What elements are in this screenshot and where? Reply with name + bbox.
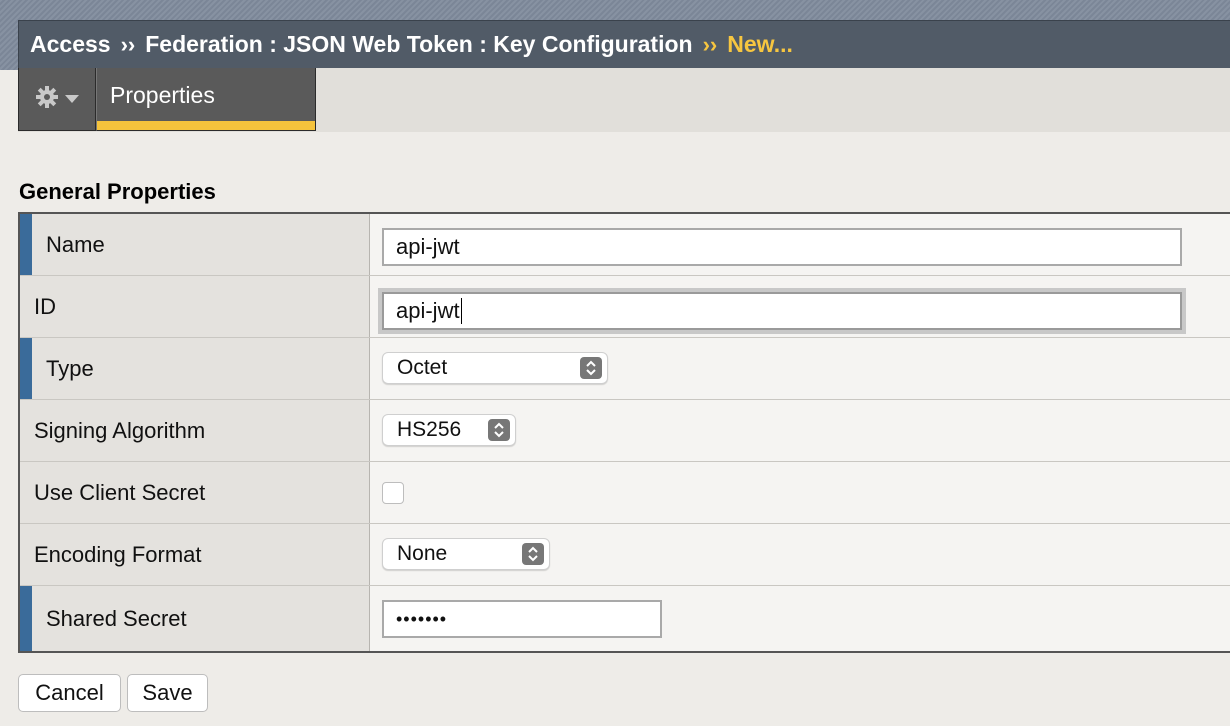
save-button[interactable]: Save — [127, 674, 208, 712]
select-arrows-icon — [580, 357, 602, 379]
signing-algorithm-select-value: HS256 — [397, 418, 462, 441]
name-label: Name — [20, 214, 370, 275]
breadcrumb-item-access[interactable]: Access — [30, 31, 111, 58]
shared-secret-masked-value: ••••••• — [396, 608, 448, 629]
signing-algorithm-select[interactable]: HS256 — [382, 414, 516, 446]
id-input-value: api-jwt — [396, 298, 460, 323]
chevron-down-icon — [65, 90, 79, 108]
section-title: General Properties — [19, 179, 216, 204]
use-client-secret-checkbox[interactable] — [382, 482, 404, 504]
signing-algorithm-label: Signing Algorithm — [20, 400, 370, 461]
tab-properties-label: Properties — [110, 82, 215, 108]
encoding-format-label: Encoding Format — [20, 524, 370, 585]
row-shared-secret: Shared Secret ••••••• — [20, 586, 1230, 651]
shared-secret-label: Shared Secret — [20, 586, 370, 651]
encoding-format-select-value: None — [397, 542, 448, 565]
breadcrumb-current: New... — [727, 31, 793, 57]
row-use-client-secret: Use Client Secret — [20, 462, 1230, 524]
general-properties-table: Name api-jwt ID api-jwt Type Octet Signi… — [18, 212, 1230, 653]
breadcrumb-separator: ›› — [702, 31, 718, 57]
breadcrumb: Access ›› Federation : JSON Web Token : … — [18, 20, 1230, 68]
active-tab-indicator — [97, 121, 315, 130]
type-label: Type — [20, 338, 370, 399]
text-caret — [460, 298, 462, 324]
breadcrumb-separator: ›› — [120, 31, 136, 57]
use-client-secret-label: Use Client Secret — [20, 462, 370, 523]
breadcrumb-item-key-configuration[interactable]: Federation : JSON Web Token : Key Config… — [145, 31, 692, 58]
row-signing-algorithm: Signing Algorithm HS256 — [20, 400, 1230, 462]
cancel-button[interactable]: Cancel — [18, 674, 121, 712]
row-type: Type Octet — [20, 338, 1230, 400]
id-label: ID — [20, 276, 370, 337]
select-arrows-icon — [488, 419, 510, 441]
encoding-format-select[interactable]: None — [382, 538, 550, 570]
shared-secret-input[interactable]: ••••••• — [382, 600, 662, 638]
type-select-value: Octet — [397, 356, 448, 379]
row-name: Name api-jwt — [20, 214, 1230, 276]
id-input[interactable]: api-jwt — [382, 292, 1182, 330]
tab-properties[interactable]: Properties — [96, 68, 316, 131]
gear-menu-button[interactable] — [18, 68, 96, 131]
row-encoding-format: Encoding Format None — [20, 524, 1230, 586]
gear-icon — [35, 85, 59, 114]
select-arrows-icon — [522, 543, 544, 565]
name-input[interactable]: api-jwt — [382, 228, 1182, 266]
row-id: ID api-jwt — [20, 276, 1230, 338]
type-select[interactable]: Octet — [382, 352, 608, 384]
name-input-value: api-jwt — [396, 234, 460, 259]
tab-bar: Properties — [18, 68, 1230, 132]
